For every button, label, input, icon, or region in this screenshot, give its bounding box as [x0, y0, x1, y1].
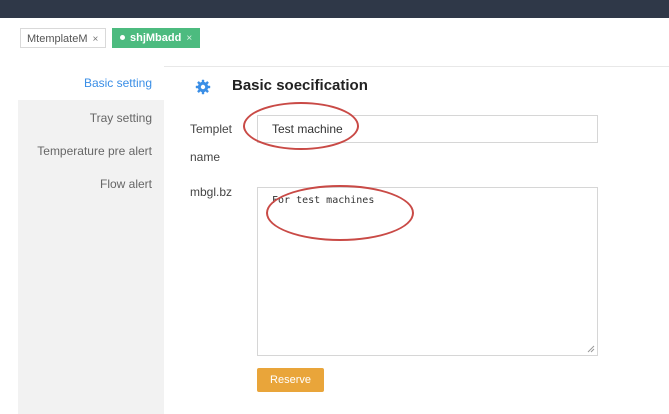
- top-bar: [0, 0, 669, 18]
- settings-sidebar: Basic setting Tray setting Temperature p…: [18, 66, 164, 414]
- active-dot-icon: [120, 35, 125, 41]
- tab-label: MtemplateM: [27, 33, 88, 45]
- tab-label: shjMbadd: [130, 32, 182, 44]
- note-label: mbgl.bz: [190, 185, 233, 199]
- sidebar-item-basic-setting[interactable]: Basic setting: [18, 66, 164, 100]
- sidebar-item-label: Basic setting: [83, 76, 152, 90]
- templet-name-label-line1: Templet: [190, 122, 233, 136]
- sidebar-item-flow-alert[interactable]: Flow alert: [18, 167, 164, 201]
- tab-mtemplatem[interactable]: MtemplateM ×: [20, 28, 106, 48]
- templet-name-input[interactable]: [257, 115, 598, 143]
- reserve-button[interactable]: Reserve: [257, 368, 324, 392]
- section-title: Basic soecification: [232, 77, 368, 94]
- close-icon[interactable]: ×: [186, 33, 192, 44]
- sidebar-item-label: Tray setting: [89, 111, 152, 125]
- tab-shjmbadd[interactable]: shjMbadd ×: [112, 28, 200, 48]
- resize-handle-icon[interactable]: [587, 345, 595, 353]
- templet-name-label-line2: name: [190, 150, 221, 164]
- close-icon[interactable]: ×: [93, 34, 99, 45]
- gear-icon: [195, 79, 211, 95]
- sidebar-item-temperature-pre-alert[interactable]: Temperature pre alert: [18, 134, 164, 168]
- sidebar-item-label: Flow alert: [99, 177, 152, 191]
- sidebar-item-label: Temperature pre alert: [37, 144, 152, 158]
- tab-strip: MtemplateM × shjMbadd ×: [0, 18, 669, 62]
- note-textarea[interactable]: For test machines: [257, 187, 598, 356]
- sidebar-item-tray-setting[interactable]: Tray setting: [18, 101, 164, 135]
